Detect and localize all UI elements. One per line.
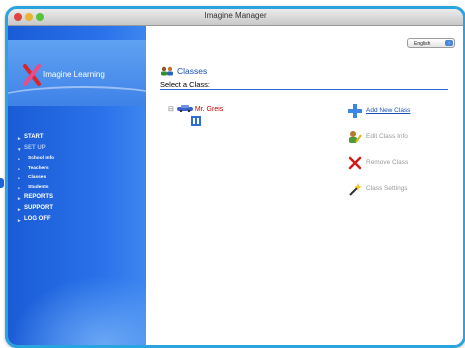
nav-subitem-school-info[interactable]: • School Info (18, 154, 54, 164)
title-divider (160, 89, 448, 90)
nav-menu: ▸ START ▾ SET UP • School Info • Teachers • C… (18, 132, 54, 225)
class-settings-button[interactable]: Class Settings (348, 183, 410, 209)
nav-subitem-teachers[interactable]: • Teachers (18, 164, 54, 174)
nav-subitem-students[interactable]: • Students (18, 183, 54, 193)
title-bar: Imagine Manager (8, 9, 463, 26)
classes-people-icon (161, 66, 173, 76)
nav-subitem-classes[interactable]: • Classes (18, 173, 54, 183)
nav-item-set-up[interactable]: ▾ SET UP (18, 143, 54, 154)
nav-item-reports[interactable]: ▸ REPORTS (18, 192, 54, 203)
remove-x-icon (348, 156, 362, 170)
nav-item-start[interactable]: ▸ START (18, 132, 54, 143)
nav-item-log-off[interactable]: ▸ LOG OFF (18, 214, 54, 225)
class-roster-icon[interactable] (191, 116, 201, 126)
bullet-icon: ▸ (18, 218, 21, 224)
class-actions: Add New Class Edit Class Info Remove Cla… (348, 104, 410, 209)
language-select[interactable]: English ↕ (407, 38, 455, 48)
plus-icon (348, 104, 362, 118)
class-name: Mr. Greis (194, 106, 224, 113)
edit-user-icon (349, 131, 362, 143)
class-tree-node[interactable]: ⊟ Mr. Greis (168, 105, 223, 113)
brand-name: Imagine Learning (43, 70, 105, 79)
page-title: Classes (177, 66, 208, 76)
edit-class-info-button[interactable]: Edit Class Info (348, 131, 410, 157)
expand-collapse-icon[interactable]: ⊟ (168, 106, 174, 113)
sidebar: Imagine Learning ▸ START ▾ SET UP • School … (8, 26, 188, 345)
remove-class-button[interactable]: Remove Class (348, 156, 410, 183)
nav-item-support[interactable]: ▸ SUPPORT (18, 203, 54, 214)
imagine-learning-logo-icon (23, 64, 41, 86)
class-group-icon (176, 105, 193, 112)
window-title: Imagine Manager (204, 11, 267, 20)
main-content: English ↕ Classes Select a Class: ⊟ Mr. G… (146, 26, 463, 345)
side-drawer-tab[interactable] (0, 178, 4, 188)
select-class-label: Select a Class: (160, 80, 211, 89)
add-new-class-button[interactable]: Add New Class (348, 104, 410, 131)
decorative-wave (8, 275, 146, 345)
app-window: Imagine Manager Imagine Learning ▸ START … (5, 6, 465, 348)
select-arrows-icon: ↕ (445, 40, 453, 46)
wand-icon (349, 183, 362, 196)
